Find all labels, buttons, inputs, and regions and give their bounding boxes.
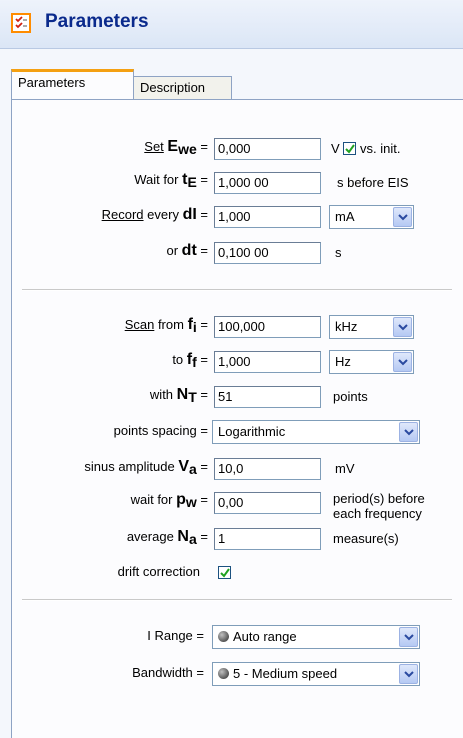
set-link[interactable]: Set xyxy=(144,139,164,154)
te-input[interactable]: 1,000 00 xyxy=(214,172,321,194)
ewe-unit: V xyxy=(331,141,340,156)
na-unit: measure(s) xyxy=(333,531,399,546)
drift-label: drift correction xyxy=(117,564,200,579)
di-unit-select[interactable]: mA xyxy=(329,205,414,229)
chevron-down-icon[interactable] xyxy=(399,422,418,442)
range-icon xyxy=(218,631,229,642)
ewe-input[interactable]: 0,000 xyxy=(214,138,321,160)
ff-input[interactable]: 1,000 xyxy=(214,351,321,373)
fi-label: Scan from fi = xyxy=(124,316,208,335)
spacing-label: points spacing = xyxy=(113,423,208,438)
panel-header: Parameters xyxy=(0,0,463,49)
drift-correction-checkbox[interactable] xyxy=(218,566,231,579)
va-input[interactable]: 10,0 xyxy=(214,458,321,480)
na-input[interactable]: 1 xyxy=(214,528,321,550)
chevron-down-icon[interactable] xyxy=(393,317,412,337)
na-label: average Na = xyxy=(126,528,208,547)
ff-label: to ff = xyxy=(172,351,208,370)
checklist-icon xyxy=(11,13,31,33)
pw-unit-line1: period(s) before xyxy=(333,491,425,506)
chevron-down-icon[interactable] xyxy=(393,207,412,227)
vs-init-label: vs. init. xyxy=(360,141,401,156)
va-unit: mV xyxy=(335,461,355,476)
te-unit: s before EIS xyxy=(337,175,409,190)
irange-label: I Range = xyxy=(147,628,204,643)
spacing-select[interactable]: Logarithmic xyxy=(212,420,420,444)
fi-input[interactable]: 100,000 xyxy=(214,316,321,338)
pw-label: wait for pw = xyxy=(130,491,208,510)
divider xyxy=(22,289,452,291)
vs-init-checkbox[interactable] xyxy=(343,142,356,155)
chevron-down-icon[interactable] xyxy=(393,352,412,372)
bandwidth-icon xyxy=(218,668,229,679)
pw-input[interactable]: 0,00 xyxy=(214,492,321,514)
tab-description[interactable]: Description xyxy=(133,76,232,100)
page-title: Parameters xyxy=(45,11,149,32)
tab-parameters[interactable]: Parameters xyxy=(11,69,134,99)
bandwidth-label: Bandwidth = xyxy=(132,665,204,680)
dt-input[interactable]: 0,100 00 xyxy=(214,242,321,264)
scan-link[interactable]: Scan xyxy=(125,317,155,332)
irange-select[interactable]: Auto range xyxy=(212,625,420,649)
chevron-down-icon[interactable] xyxy=(399,664,418,684)
nt-unit: points xyxy=(333,389,368,404)
dt-label: or dt = xyxy=(166,242,209,259)
di-label: Record every dI = xyxy=(101,206,208,223)
chevron-down-icon[interactable] xyxy=(399,627,418,647)
record-link[interactable]: Record xyxy=(102,207,144,222)
pw-unit-line2: each frequency xyxy=(333,506,422,521)
fi-unit-select[interactable]: kHz xyxy=(329,315,414,339)
dt-unit: s xyxy=(335,245,342,260)
ff-unit-select[interactable]: Hz xyxy=(329,350,414,374)
divider xyxy=(22,599,452,601)
te-label: Wait for tE = xyxy=(134,171,208,190)
nt-input[interactable]: 51 xyxy=(214,386,321,408)
bandwidth-select[interactable]: 5 - Medium speed xyxy=(212,662,420,686)
nt-label: with NT = xyxy=(149,386,208,405)
va-label: sinus amplitude Va = xyxy=(84,458,208,477)
di-input[interactable]: 1,000 xyxy=(214,206,321,228)
ewe-label: Set Ewe = xyxy=(144,138,208,157)
